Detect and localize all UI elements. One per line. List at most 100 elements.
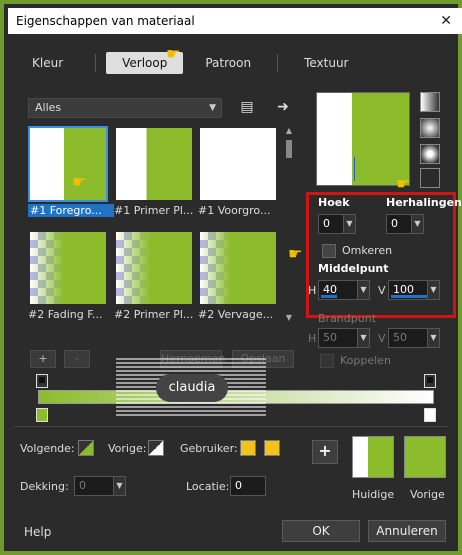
remove-gradient-button[interactable]: - [64,350,90,368]
watermark-logo: claudia [116,358,266,418]
tab-bar: Kleur Verloop Patroon Textuur [16,52,365,74]
focal-label: Brandpunt [318,312,377,325]
invert-checkbox[interactable] [322,244,336,258]
gradient-thumbnail [200,232,276,304]
center-label: Middelpunt [318,262,389,275]
gradient-thumbnail [28,126,108,202]
location-field[interactable]: 0 [230,476,266,496]
window-title: Eigenschappen van materiaal [16,14,195,28]
chevron-down-icon[interactable]: ▼ [113,477,125,495]
focal-h-value: 50 [323,331,337,344]
tab-separator [95,54,97,72]
center-v-label: V [378,284,386,297]
add-gradient-button[interactable]: + [30,350,56,368]
chevron-down-icon[interactable]: ▼ [427,281,439,299]
grid-scrollbar[interactable]: ▲ ▼ [284,126,294,322]
gradient-label: #1 Voorgro... [198,204,271,217]
gradient-label: #2 Vervage... [198,308,274,321]
gradient-item[interactable]: #1 Foregro... [28,126,114,226]
add-stop-button[interactable]: + [312,440,338,464]
chevron-down-icon[interactable]: ▼ [411,215,423,233]
location-label: Locatie: [186,480,230,493]
user-swatch[interactable] [240,440,256,456]
tab-separator [277,54,279,72]
gradient-label: #2 Fading F... [28,308,103,321]
pointer-hand-icon: ☛ [72,172,87,191]
pointer-hand-icon: ☛ [166,44,181,63]
gradient-item[interactable]: #1 Voorgro... [198,126,278,226]
link-label: Koppelen [340,354,391,367]
focal-h-field[interactable]: 50 ▼ [318,328,370,348]
center-h-label: H [308,284,317,297]
center-marker [354,157,355,181]
repeats-value: 0 [391,217,398,230]
gradient-preview[interactable] [316,92,410,186]
angle-label: Hoek [318,196,350,209]
gradient-label: #1 Primer Pl... [114,204,194,217]
gradient-thumbnail [30,232,106,304]
help-link[interactable]: Help [24,525,51,539]
color-stop-right[interactable] [424,408,436,422]
repeats-field[interactable]: 0 ▼ [386,214,424,234]
current-label: Huidige [352,488,395,501]
previous-swatch [404,436,446,478]
gradient-item[interactable]: #2 Fading F... [28,230,108,330]
repeats-label: Herhalingen [386,196,462,209]
tab-kleur[interactable]: Kleur [16,52,79,74]
gradient-item[interactable]: #2 Primer Pl... [114,230,194,330]
divider [14,426,448,427]
next-label: Volgende: [20,442,75,455]
watermark-text: claudia [156,374,228,402]
category-value: Alles [35,101,62,114]
tab-patroon[interactable]: Patroon [183,52,267,74]
library-icon[interactable]: ▤ [238,98,256,116]
gradient-item[interactable]: #2 Vervage... [198,230,278,330]
focal-h-label: H [308,332,317,345]
chevron-down-icon: ▼ [209,103,216,113]
opacity-field[interactable]: 0 ▼ [74,476,126,496]
color-stop-left[interactable] [36,408,48,422]
invert-label: Omkeren [342,244,393,257]
angle-value: 0 [323,217,330,230]
category-dropdown[interactable]: Alles ▼ [28,98,222,118]
rectangular-style-icon[interactable] [420,118,440,138]
center-h-level [321,295,337,298]
angle-field[interactable]: 0 ▼ [318,214,356,234]
pointer-hand-icon: ☛ [396,174,411,193]
center-h-field[interactable]: 40 ▼ [318,280,370,300]
link-checkbox[interactable] [320,354,334,368]
user-label: Gebruiker: [180,442,238,455]
radial-style-icon[interactable] [420,168,440,188]
prev-swatch[interactable] [148,440,164,456]
focal-v-label: V [378,332,386,345]
chevron-down-icon[interactable]: ▼ [427,329,439,347]
gradient-stop-top-right[interactable] [424,374,436,388]
gradient-item[interactable]: #1 Primer Pl... [114,126,194,226]
tab-textuur[interactable]: Textuur [288,52,364,74]
next-swatch[interactable] [78,440,94,456]
user-swatch-2[interactable] [264,440,280,456]
cancel-button[interactable]: Annuleren [368,520,446,542]
scroll-up-icon[interactable]: ▲ [284,126,294,135]
gradient-label: #2 Primer Pl... [114,308,194,321]
sunburst-style-icon[interactable] [420,144,440,164]
linear-style-icon[interactable] [420,92,440,112]
chevron-down-icon[interactable]: ▼ [357,281,369,299]
prev-label: Vorige: [108,442,147,455]
arrow-right-icon[interactable]: ➜ [274,98,292,116]
gradient-thumbnail [200,128,276,200]
close-icon[interactable]: ✕ [440,8,452,34]
pointer-hand-icon: ☛ [288,244,303,263]
opacity-label: Dekking: [20,480,69,493]
chevron-down-icon[interactable]: ▼ [357,329,369,347]
focal-v-value: 50 [393,331,407,344]
ok-button[interactable]: OK [282,520,360,542]
scroll-thumb[interactable] [286,140,292,158]
scroll-down-icon[interactable]: ▼ [284,313,294,322]
center-v-level [391,295,427,298]
location-value: 0 [235,479,242,492]
center-v-field[interactable]: 100 ▼ [388,280,440,300]
gradient-stop-top-left[interactable] [36,374,48,388]
chevron-down-icon[interactable]: ▼ [343,215,355,233]
focal-v-field[interactable]: 50 ▼ [388,328,440,348]
